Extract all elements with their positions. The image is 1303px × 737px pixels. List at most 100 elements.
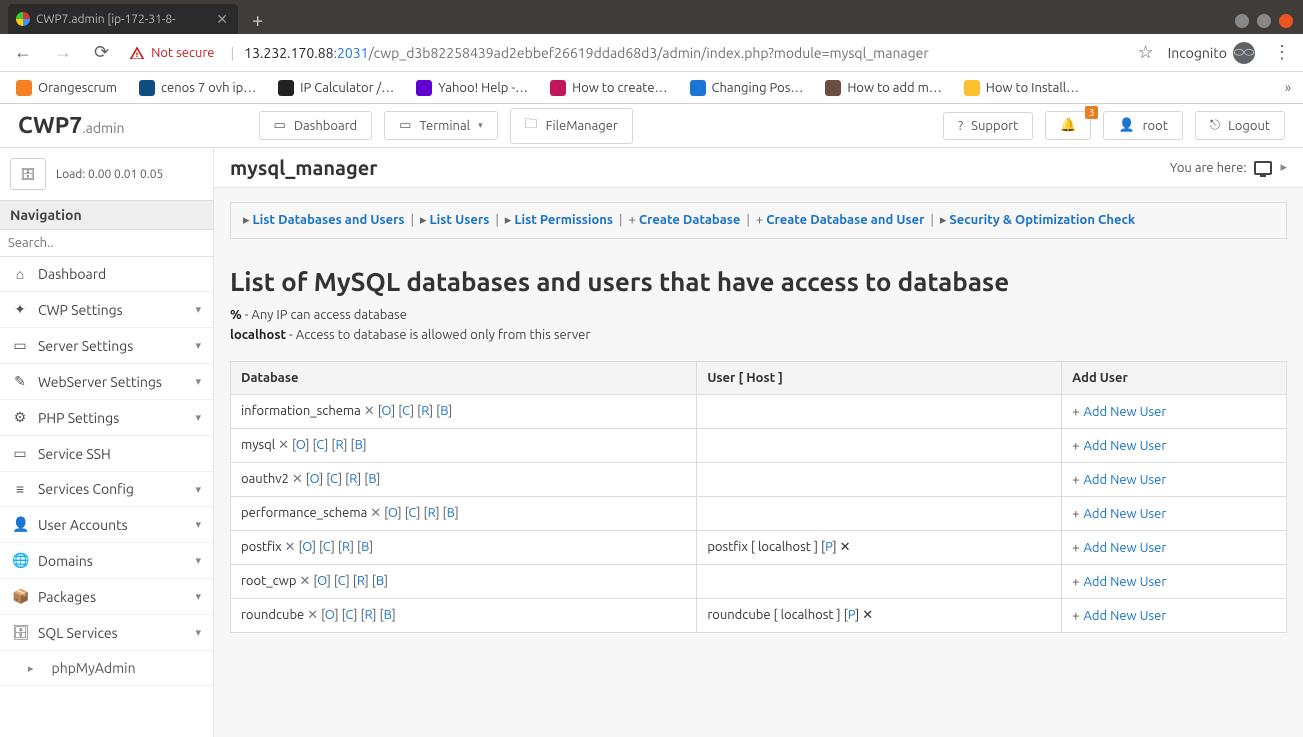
add-new-user-link[interactable]: Add New User bbox=[1083, 609, 1166, 623]
sidebar-item[interactable]: 🗄SQL Services▾ bbox=[0, 615, 213, 651]
bookmark-item[interactable]: How to add m… bbox=[817, 76, 949, 100]
dashboard-button[interactable]: ▭Dashboard bbox=[259, 111, 373, 140]
notifications-button[interactable]: 🔔3 bbox=[1045, 111, 1091, 140]
sidebar-item[interactable]: ≡Services Config▾ bbox=[0, 472, 213, 507]
action-link[interactable]: List Databases and Users bbox=[253, 213, 405, 227]
sidebar-item[interactable]: ▭Service SSH bbox=[0, 436, 213, 472]
db-op-link[interactable]: R bbox=[421, 404, 429, 418]
sidebar-search-input[interactable] bbox=[0, 230, 213, 257]
bookmark-star-icon[interactable]: ☆ bbox=[1138, 42, 1154, 63]
action-link[interactable]: Security & Optimization Check bbox=[949, 213, 1135, 227]
sidebar-item[interactable]: 👤User Accounts▾ bbox=[0, 507, 213, 543]
db-op-link[interactable]: C bbox=[402, 404, 410, 418]
bookmark-item[interactable]: How to create… bbox=[542, 76, 675, 100]
action-link[interactable]: Create Database bbox=[639, 213, 741, 227]
db-op-link[interactable]: R bbox=[349, 472, 357, 486]
delete-db-icon[interactable]: ✕ bbox=[292, 472, 306, 486]
support-button[interactable]: ?Support bbox=[943, 112, 1033, 140]
action-link[interactable]: List Permissions bbox=[514, 213, 613, 227]
sidebar-item[interactable]: ✎WebServer Settings▾ bbox=[0, 364, 213, 400]
db-op-link[interactable]: O bbox=[296, 438, 306, 452]
delete-db-icon[interactable]: ✕ bbox=[307, 608, 321, 622]
sidebar-item[interactable]: ✦CWP Settings▾ bbox=[0, 292, 213, 328]
db-op-link[interactable]: C bbox=[330, 472, 338, 486]
sidebar-item[interactable]: 📦Packages▾ bbox=[0, 579, 213, 615]
db-op-link[interactable]: C bbox=[338, 574, 346, 588]
db-op-link[interactable]: B bbox=[355, 438, 363, 452]
db-op-link[interactable]: B bbox=[361, 540, 369, 554]
reload-button[interactable]: ⟳ bbox=[88, 38, 115, 67]
db-op-link[interactable]: O bbox=[302, 540, 312, 554]
browser-menu-icon[interactable]: ⋮ bbox=[1269, 42, 1295, 63]
delete-db-icon[interactable]: ✕ bbox=[285, 540, 299, 554]
sidebar-item[interactable]: ⚙PHP Settings▾ bbox=[0, 400, 213, 436]
add-new-user-link[interactable]: Add New User bbox=[1083, 473, 1166, 487]
sidebar-item[interactable]: 🌐Domains▾ bbox=[0, 543, 213, 579]
bookmarks-overflow-icon[interactable]: » bbox=[1281, 81, 1295, 95]
monitor-icon[interactable] bbox=[1254, 161, 1272, 175]
add-new-user-link[interactable]: Add New User bbox=[1083, 541, 1166, 555]
db-op-link[interactable]: B bbox=[376, 574, 384, 588]
bookmark-favicon bbox=[139, 80, 155, 96]
user-button[interactable]: 👤root bbox=[1103, 111, 1182, 140]
add-new-user-link[interactable]: Add New User bbox=[1083, 439, 1166, 453]
sidebar-item[interactable]: ⌂Dashboard bbox=[0, 257, 213, 292]
action-link[interactable]: Create Database and User bbox=[766, 213, 924, 227]
add-new-user-link[interactable]: Add New User bbox=[1083, 507, 1166, 521]
terminal-button[interactable]: ▭Terminal▾ bbox=[384, 111, 497, 140]
back-button[interactable]: ← bbox=[8, 38, 38, 67]
action-prefix-icon: + bbox=[756, 213, 763, 227]
bookmark-item[interactable]: How to Install… bbox=[956, 76, 1087, 100]
delete-db-icon[interactable]: ✕ bbox=[299, 574, 313, 588]
address-bar[interactable]: 13.232.170.88:2031/cwp_d3b82258439ad2ebb… bbox=[244, 45, 1127, 61]
new-tab-button[interactable]: + bbox=[238, 8, 277, 34]
add-new-user-link[interactable]: Add New User bbox=[1083, 405, 1166, 419]
user-perm-link[interactable]: P bbox=[825, 540, 832, 554]
folder-icon: 🗀 bbox=[525, 115, 538, 137]
bell-icon: 🔔 bbox=[1060, 118, 1076, 133]
sidebar-subitem[interactable]: phpMyAdmin bbox=[0, 651, 213, 686]
window-close-icon[interactable] bbox=[1279, 14, 1293, 28]
db-op-link[interactable]: O bbox=[325, 608, 335, 622]
delete-db-icon[interactable]: ✕ bbox=[364, 404, 378, 418]
add-new-user-link[interactable]: Add New User bbox=[1083, 575, 1166, 589]
security-indicator[interactable]: Not secure bbox=[125, 45, 220, 61]
db-op-link[interactable]: B bbox=[447, 506, 455, 520]
window-minimize-icon[interactable] bbox=[1235, 14, 1249, 28]
filemanager-label: FileManager bbox=[546, 119, 618, 133]
separator: | bbox=[408, 213, 417, 227]
user-host-text: postfix [ localhost ] [ bbox=[707, 540, 825, 554]
filemanager-button[interactable]: 🗀 FileManager bbox=[510, 108, 633, 144]
bookmark-favicon bbox=[550, 80, 566, 96]
forward-button[interactable]: → bbox=[48, 38, 78, 67]
server-load-icon[interactable]: 🗄 bbox=[10, 158, 46, 190]
sidebar-item[interactable]: ▭Server Settings▾ bbox=[0, 328, 213, 364]
user-tail[interactable]: ] ✕ bbox=[833, 540, 851, 554]
db-op-link[interactable]: B bbox=[384, 608, 392, 622]
db-op-link[interactable]: O bbox=[388, 506, 398, 520]
db-op-link[interactable]: R bbox=[342, 540, 350, 554]
bookmark-item[interactable]: Changing Pos… bbox=[682, 76, 812, 100]
logout-button[interactable]: ⎋Logout bbox=[1195, 111, 1285, 140]
bookmark-item[interactable]: cenos 7 ovh ip… bbox=[131, 76, 264, 100]
db-op-link[interactable]: O bbox=[317, 574, 327, 588]
db-op-link[interactable]: R bbox=[357, 574, 365, 588]
user-perm-link[interactable]: P bbox=[848, 608, 855, 622]
db-op-link[interactable]: O bbox=[381, 404, 391, 418]
cell-adduser: +Add New User bbox=[1062, 565, 1287, 599]
bookmark-item[interactable]: Yahoo! Help -… bbox=[408, 76, 536, 100]
bookmark-favicon bbox=[690, 80, 706, 96]
db-op-link[interactable]: O bbox=[309, 472, 319, 486]
incognito-indicator[interactable]: Incognito ⬭⬭ bbox=[1168, 42, 1255, 64]
user-tail[interactable]: ] ✕ bbox=[855, 608, 873, 622]
close-tab-icon[interactable]: ✕ bbox=[216, 11, 228, 28]
delete-db-icon[interactable]: ✕ bbox=[370, 506, 384, 520]
bookmark-item[interactable]: Orangescrum bbox=[8, 76, 125, 100]
bookmark-item[interactable]: IP Calculator /… bbox=[270, 76, 402, 100]
db-op-link[interactable]: C bbox=[323, 540, 331, 554]
browser-tab[interactable]: CWP7.admin [ip-172-31-8- ✕ bbox=[8, 4, 238, 34]
delete-db-icon[interactable]: ✕ bbox=[278, 438, 292, 452]
action-link[interactable]: List Users bbox=[430, 213, 490, 227]
window-maximize-icon[interactable] bbox=[1257, 14, 1271, 28]
sidebar-item-icon: ≡ bbox=[12, 481, 28, 497]
